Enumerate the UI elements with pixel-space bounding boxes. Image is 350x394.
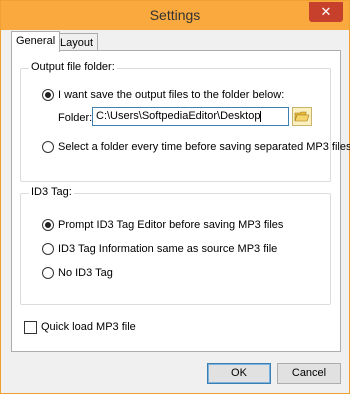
close-button[interactable]: ✕	[309, 2, 343, 22]
save-to-folder-label[interactable]: I want save the output files to the fold…	[58, 89, 284, 101]
folder-path-input[interactable]: C:\Users\SoftpediaEditor\Desktop	[92, 107, 289, 126]
title-bar[interactable]: Settings ✕	[1, 1, 349, 30]
tab-panel-general: Output file folder: I want save the outp…	[11, 50, 350, 352]
folder-open-icon	[294, 111, 310, 122]
ok-button[interactable]: OK	[207, 363, 271, 384]
save-to-folder-radio[interactable]	[42, 89, 54, 101]
id3-prompt-editor-radio[interactable]	[42, 219, 54, 231]
id3-tag-group-title: ID3 Tag:	[29, 186, 74, 198]
tab-general[interactable]: General	[11, 31, 61, 52]
close-icon: ✕	[320, 4, 332, 19]
folder-path-text: C:\Users\SoftpediaEditor\Desktop	[96, 110, 261, 122]
tab-layout[interactable]: Layout	[55, 33, 99, 51]
quick-load-label[interactable]: Quick load MP3 file	[41, 321, 136, 333]
select-each-time-label[interactable]: Select a folder every time before saving…	[58, 141, 350, 153]
settings-window: Settings ✕ General Layout Output file fo…	[0, 0, 350, 394]
browse-folder-button[interactable]	[292, 107, 312, 126]
id3-same-as-source-radio[interactable]	[42, 243, 54, 255]
id3-none-label[interactable]: No ID3 Tag	[58, 267, 113, 279]
folder-label: Folder:	[58, 112, 93, 124]
cancel-button[interactable]: Cancel	[277, 363, 341, 384]
id3-prompt-editor-label[interactable]: Prompt ID3 Tag Editor before saving MP3 …	[58, 219, 283, 231]
window-title: Settings	[149, 7, 201, 23]
output-folder-group-title: Output file folder:	[29, 61, 117, 73]
select-each-time-radio[interactable]	[42, 141, 54, 153]
id3-same-as-source-label[interactable]: ID3 Tag Information same as source MP3 f…	[58, 243, 277, 255]
text-caret	[260, 110, 262, 122]
id3-none-radio[interactable]	[42, 267, 54, 279]
quick-load-checkbox[interactable]	[24, 321, 37, 334]
